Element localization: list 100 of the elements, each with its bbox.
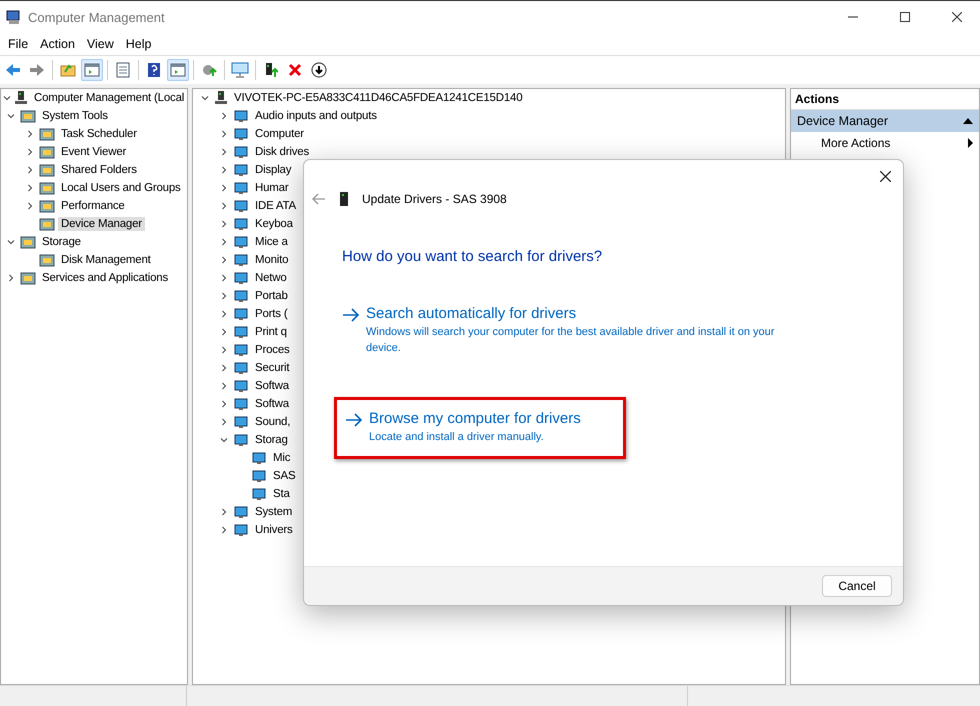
device-icon	[233, 180, 249, 196]
expand-caret-icon[interactable]	[220, 292, 228, 300]
device-icon	[233, 234, 249, 250]
expand-caret-icon[interactable]	[220, 148, 228, 156]
device-item[interactable]: Mice a	[252, 235, 291, 249]
expand-caret-icon[interactable]	[7, 112, 15, 120]
expand-caret-icon[interactable]	[220, 436, 228, 444]
tree-item[interactable]: System Tools	[39, 109, 111, 123]
expand-caret-icon[interactable]	[220, 274, 228, 282]
option[interactable]: Search automatically for drivers Windows will search your computer for the best available driver and install it on your device.	[342, 305, 787, 357]
expand-caret-icon[interactable]	[26, 202, 34, 210]
expand-caret-icon[interactable]	[7, 274, 15, 282]
tree-item[interactable]: Event Viewer	[58, 145, 130, 159]
expand-caret-icon[interactable]	[3, 94, 11, 102]
tree-item[interactable]: Local Users and Groups	[58, 181, 184, 195]
tree-item[interactable]: Device Manager	[58, 217, 145, 231]
device-icon	[233, 306, 249, 322]
menu-item[interactable]: File	[2, 37, 34, 51]
menu-item[interactable]: Action	[34, 37, 81, 51]
expand-caret-icon[interactable]	[220, 328, 228, 336]
device-icon	[233, 108, 249, 124]
device-item[interactable]: Humar	[252, 181, 292, 195]
action-item[interactable]: More Actions	[791, 132, 979, 154]
tree-item[interactable]: Disk Management	[58, 253, 154, 267]
actions-section[interactable]: Device Manager	[791, 110, 979, 132]
device-item[interactable]: Audio inputs and outputs	[252, 109, 380, 123]
expand-caret-icon[interactable]	[26, 130, 34, 138]
expand-caret-icon[interactable]	[220, 184, 228, 192]
expand-caret-icon[interactable]	[26, 166, 34, 174]
option-description: Locate and install a driver manually.	[369, 430, 545, 445]
device-item[interactable]: VIVOTEK-PC-E5A833C411D46CA5FDEA1241CE15D140	[231, 91, 526, 105]
tool-icon	[39, 144, 55, 160]
expand-caret-icon[interactable]	[220, 508, 228, 516]
cancel-button[interactable]: Cancel	[822, 575, 892, 597]
expand-caret-icon[interactable]	[220, 112, 228, 120]
device-item[interactable]: Ports (	[252, 307, 290, 321]
menu-item[interactable]: Help	[120, 37, 158, 51]
minimize-icon[interactable]	[848, 16, 858, 18]
expand-caret-icon[interactable]	[220, 256, 228, 264]
back-arrow-icon[interactable]	[312, 193, 326, 205]
tool-icon	[39, 180, 55, 196]
window-title: Computer Management	[28, 10, 166, 24]
device-item[interactable]: SAS	[270, 469, 298, 483]
device-item[interactable]: Sta	[270, 487, 293, 501]
tree-item[interactable]: Performance	[58, 199, 128, 213]
device-item[interactable]: Proces	[252, 343, 293, 357]
expand-caret-icon[interactable]	[220, 310, 228, 318]
device-item[interactable]: Sound,	[252, 415, 294, 429]
device-item[interactable]: Portab	[252, 289, 291, 303]
device-item[interactable]: Securit	[252, 361, 292, 375]
expand-caret-icon[interactable]	[220, 166, 228, 174]
device-icon	[233, 252, 249, 268]
expand-caret-icon[interactable]	[220, 202, 228, 210]
expand-caret-icon[interactable]	[220, 400, 228, 408]
option-description: Windows will search your computer for the best available driver and install it on your device.	[366, 325, 776, 356]
tool-icon	[20, 108, 36, 124]
device-item[interactable]: Display	[252, 163, 294, 177]
expand-caret-icon[interactable]	[220, 130, 228, 138]
dialog-title: Update Drivers - SAS 3908	[362, 192, 507, 206]
expand-caret-icon[interactable]	[220, 418, 228, 426]
device-icon	[233, 324, 249, 340]
expand-caret-icon[interactable]	[220, 526, 228, 534]
highlighted-option[interactable]: Browse my computer for drivers Locate and install a driver manually.	[334, 396, 626, 459]
device-item[interactable]: System	[252, 505, 296, 519]
device-item[interactable]: Print q	[252, 325, 290, 339]
expand-caret-icon[interactable]	[26, 184, 34, 192]
tree-item[interactable]: Services and Applications	[39, 271, 172, 285]
tree-item[interactable]: Task Scheduler	[58, 127, 140, 141]
device-item[interactable]: Mic	[270, 451, 294, 465]
device-item[interactable]: Univers	[252, 523, 296, 537]
expand-caret-icon[interactable]	[201, 94, 209, 102]
device-icon	[233, 216, 249, 232]
maximize-icon[interactable]	[900, 12, 910, 22]
device-item[interactable]: Softwa	[252, 397, 292, 411]
device-item[interactable]: Softwa	[252, 379, 292, 393]
device-item[interactable]: Keyboa	[252, 217, 296, 231]
device-item[interactable]: Storag	[252, 433, 291, 447]
device-icon	[233, 144, 249, 160]
menu-item[interactable]: View	[80, 37, 120, 51]
close-icon[interactable]	[952, 12, 962, 22]
expand-caret-icon[interactable]	[220, 346, 228, 354]
folder-icon	[60, 62, 76, 78]
device-icon	[340, 192, 348, 206]
tree-item[interactable]: Storage	[39, 235, 84, 249]
expand-caret-icon[interactable]	[220, 364, 228, 372]
expand-caret-icon[interactable]	[220, 238, 228, 246]
tree-item[interactable]: Shared Folders	[58, 163, 140, 177]
device-item[interactable]: Netwo	[252, 271, 290, 285]
device-icon	[233, 432, 249, 448]
device-item[interactable]: Disk drives	[252, 145, 312, 159]
device-item[interactable]: Monito	[252, 253, 292, 267]
device-item[interactable]: IDE ATA	[252, 199, 299, 213]
device-item[interactable]: Computer	[252, 127, 307, 141]
expand-caret-icon[interactable]	[220, 382, 228, 390]
device-icon	[251, 486, 267, 502]
expand-caret-icon[interactable]	[7, 238, 15, 246]
expand-caret-icon[interactable]	[220, 220, 228, 228]
expand-caret-icon[interactable]	[26, 148, 34, 156]
device-icon	[233, 270, 249, 286]
tree-item[interactable]: Computer Management (Local	[31, 91, 187, 105]
